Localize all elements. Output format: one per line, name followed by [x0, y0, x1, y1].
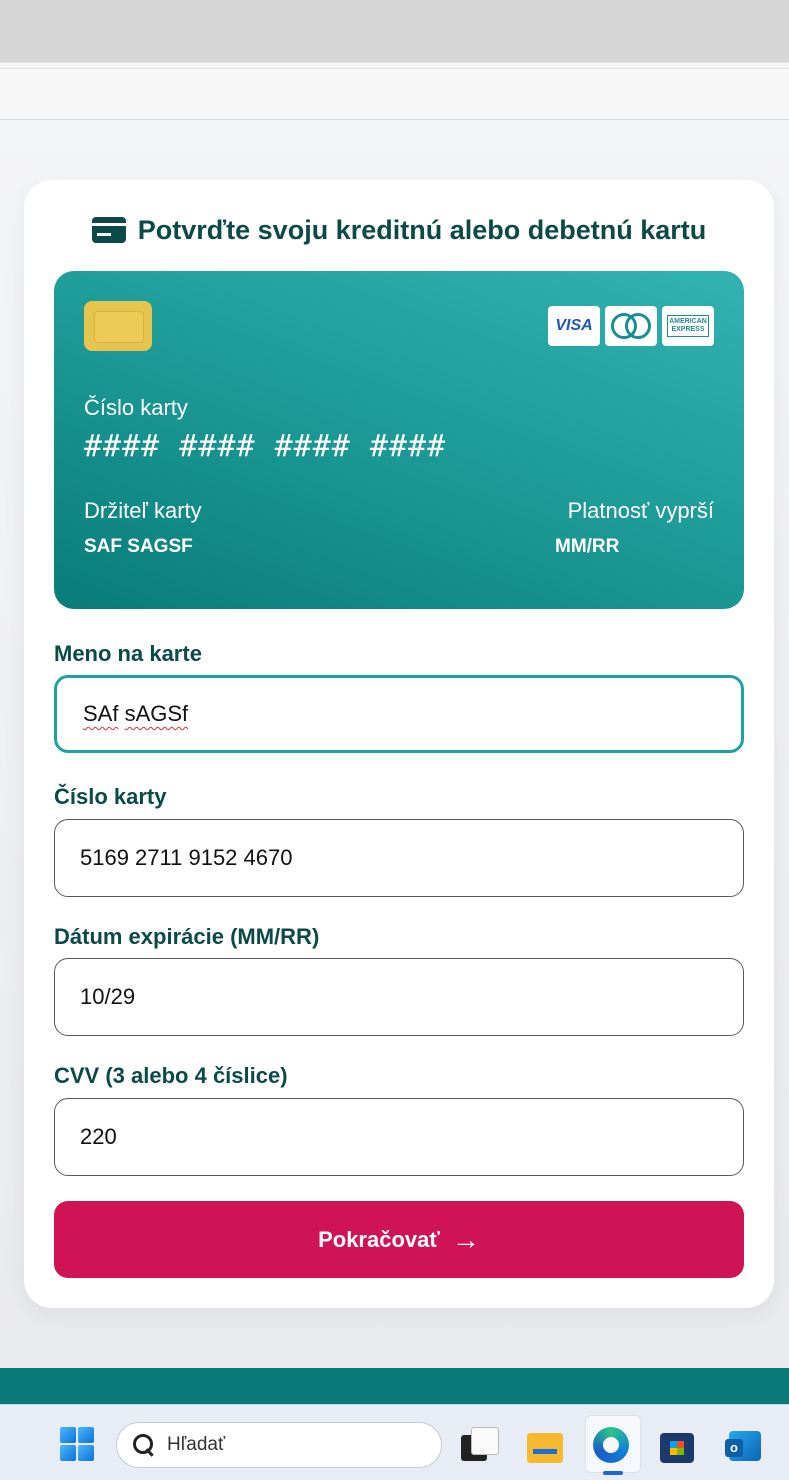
card-holder-label: Držiteľ karty — [84, 498, 202, 523]
expiry-date-input[interactable]: 10/29 — [54, 958, 744, 1036]
card-brand-logos: VISA AMERICAN EXPRESS — [548, 306, 714, 346]
cvv-input[interactable]: 220 — [54, 1098, 744, 1176]
outlook-icon[interactable] — [725, 1427, 761, 1463]
start-icon[interactable] — [60, 1427, 94, 1461]
name-value-part2: sAGSf — [124, 701, 189, 726]
credit-card-icon — [91, 217, 126, 243]
continue-button-label: Pokračovať — [318, 1226, 440, 1252]
name-on-card-input[interactable]: SAf sAGSf — [54, 675, 744, 753]
page-title-text: Potvrďte svoju kreditnú alebo debetnú ka… — [137, 214, 707, 245]
taskbar-search-placeholder: Hľadať — [167, 1434, 226, 1455]
arrow-right-icon: → — [451, 1223, 480, 1255]
card-expiry-display: MM/RR — [555, 536, 620, 557]
cvv-label: CVV (3 alebo 4 číslice) — [54, 1063, 288, 1088]
card-number-display: #### #### #### #### — [84, 429, 447, 464]
task-view-icon[interactable] — [461, 1427, 499, 1463]
name-value-part1: SAf — [83, 701, 119, 726]
name-on-card-label: Meno na karte — [54, 641, 202, 666]
search-icon — [133, 1434, 155, 1456]
credit-card-preview: VISA AMERICAN EXPRESS Číslo karty #### ##… — [54, 271, 744, 609]
card-holder-display: SAF SAGSF — [84, 536, 193, 557]
expiry-date-label: Dátum expirácie (MM/RR) — [54, 924, 320, 949]
card-number-field-label: Číslo karty — [54, 784, 167, 809]
active-app-indicator — [603, 1471, 623, 1475]
card-expiry-label: Platnosť vyprší — [567, 498, 714, 523]
page-footer — [0, 1368, 789, 1404]
browser-address-bar[interactable] — [0, 62, 789, 120]
taskbar-search-input[interactable]: Hľadať — [116, 1422, 442, 1468]
browser-tab-strip — [0, 0, 789, 62]
file-explorer-icon[interactable] — [527, 1427, 563, 1463]
mastercard-logo-icon — [605, 306, 657, 346]
page-title: Potvrďte svoju kreditnú alebo debetnú ka… — [24, 210, 774, 250]
edge-icon[interactable] — [593, 1427, 629, 1463]
card-form-panel: Potvrďte svoju kreditnú alebo debetnú ka… — [24, 180, 774, 1308]
store-icon[interactable] — [660, 1427, 696, 1463]
card-number-label: Číslo karty — [84, 395, 188, 420]
visa-logo-icon: VISA — [548, 306, 600, 346]
windows-taskbar: Hľadať — [0, 1404, 789, 1480]
card-chip-icon — [84, 301, 152, 351]
card-number-input[interactable]: 5169 2711 9152 4670 — [54, 819, 744, 897]
continue-button[interactable]: Pokračovať → — [54, 1201, 744, 1278]
amex-logo-icon: AMERICAN EXPRESS — [662, 306, 714, 346]
